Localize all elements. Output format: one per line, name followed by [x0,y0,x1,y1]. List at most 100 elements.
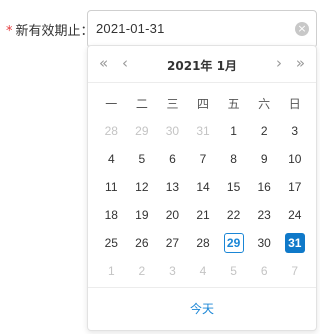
calendar-day[interactable]: 24 [279,201,310,229]
day-number: 31 [284,233,305,253]
calendar-day[interactable]: 21 [188,201,219,229]
day-number: 15 [226,180,241,194]
calendar-day[interactable]: 10 [279,145,310,173]
day-number: 3 [291,124,299,138]
day-number: 31 [196,124,210,138]
weekday-label: 一 [105,96,118,111]
day-number: 1 [107,264,115,278]
calendar-day[interactable]: 9 [249,145,280,173]
weekday-label: 日 [288,96,301,111]
calendar-week-row: 11 12 13 14 15 16 17 [96,173,310,201]
day-number: 30 [165,124,180,138]
next-month-button[interactable]: › [276,54,282,72]
day-number: 11 [105,180,118,194]
calendar-day[interactable]: 6 [249,257,280,285]
calendar-day[interactable]: 1 [96,257,127,285]
calendar-day[interactable]: 29 [127,117,158,145]
calendar-day-today[interactable]: 29 [218,229,249,257]
day-number: 30 [257,236,271,250]
day-number: 5 [230,264,237,278]
day-number: 4 [107,152,115,166]
calendar-day[interactable]: 14 [188,173,219,201]
day-number: 28 [196,236,210,250]
day-number: 9 [260,152,268,166]
date-field-label: * 新有效期止： [6,20,94,39]
calendar-day[interactable]: 3 [157,257,188,285]
calendar-day[interactable]: 7 [188,145,219,173]
calendar-day[interactable]: 23 [249,201,280,229]
weekday-label: 二 [135,96,148,111]
day-number: 20 [165,208,180,222]
day-number: 27 [165,236,180,250]
calendar-grid: 一二三四五六日 28 29 30 31 1 2 3 4 5 6 7 8 9 10 11 12 13 14 15 16 1… [96,89,310,285]
clear-circle-icon[interactable]: × [295,22,309,36]
calendar-week-row: 28 29 30 31 1 2 3 [96,117,310,145]
calendar-day[interactable]: 20 [157,201,188,229]
calendar-week-row: 4 5 6 7 8 9 10 [96,145,310,173]
calendar-day[interactable]: 28 [188,229,219,257]
calendar-day[interactable]: 4 [188,257,219,285]
date-picker-panel: « ‹ 2021年 1月 › » 一二三四五六日 28 29 30 31 1 2 3 4 5 6 7… [87,45,317,331]
expiry-date-input[interactable]: 2021-01-31 × [87,10,317,48]
required-mark: * [6,24,13,39]
calendar-day[interactable]: 12 [127,173,158,201]
day-number: 18 [104,208,118,222]
calendar-day[interactable]: 4 [96,145,127,173]
date-input-value: 2021-01-31 [96,21,165,36]
day-number: 26 [135,236,149,250]
calendar-day[interactable]: 28 [96,117,127,145]
calendar-day[interactable]: 30 [249,229,280,257]
weekday-label: 六 [258,96,271,111]
calendar-day[interactable]: 15 [218,173,249,201]
day-number: 6 [260,264,268,278]
calendar-day[interactable]: 2 [249,117,280,145]
day-number: 2 [138,264,146,278]
calendar-week-row: 18 19 20 21 22 23 24 [96,201,310,229]
day-number: 5 [138,152,146,166]
day-number: 6 [169,152,176,166]
day-number: 28 [104,124,118,138]
calendar-day[interactable]: 11 [96,173,127,201]
calendar-day[interactable]: 1 [218,117,249,145]
calendar-day[interactable]: 5 [218,257,249,285]
day-number: 29 [223,233,244,253]
weekday-label: 五 [227,96,240,111]
calendar-day[interactable]: 8 [218,145,249,173]
calendar-footer: 今天 [88,287,316,330]
calendar-day[interactable]: 6 [157,145,188,173]
next-year-button[interactable]: » [296,54,305,72]
day-number: 22 [226,208,241,222]
calendar-day[interactable]: 13 [157,173,188,201]
calendar-day[interactable]: 19 [127,201,158,229]
weekday-header-row: 一二三四五六日 [96,89,310,117]
today-button[interactable]: 今天 [190,300,214,317]
calendar-day-selected[interactable]: 31 [279,229,310,257]
day-number: 19 [135,208,149,222]
day-number: 23 [257,208,271,222]
calendar-day[interactable]: 7 [279,257,310,285]
calendar-week-row: 1 2 3 4 5 6 7 [96,257,310,285]
calendar-day[interactable]: 27 [157,229,188,257]
calendar-week-row: 25 26 27 28 29 30 31 [96,229,310,257]
day-number: 14 [196,180,210,194]
day-number: 8 [230,152,237,166]
calendar-day[interactable]: 31 [188,117,219,145]
day-number: 24 [288,208,302,222]
label-text: 新有效期止： [15,24,94,39]
day-number: 2 [260,124,268,138]
weekday-label: 三 [166,96,179,111]
calendar-day[interactable]: 2 [127,257,158,285]
day-number: 4 [199,264,207,278]
calendar-day[interactable]: 16 [249,173,280,201]
calendar-day[interactable]: 26 [127,229,158,257]
calendar-day[interactable]: 5 [127,145,158,173]
calendar-day[interactable]: 22 [218,201,249,229]
calendar-day[interactable]: 30 [157,117,188,145]
calendar-day[interactable]: 25 [96,229,127,257]
day-number: 10 [288,152,302,166]
calendar-day[interactable]: 18 [96,201,127,229]
calendar-day[interactable]: 17 [279,173,310,201]
calendar-day[interactable]: 3 [279,117,310,145]
day-number: 13 [165,180,180,194]
day-number: 7 [199,152,207,166]
